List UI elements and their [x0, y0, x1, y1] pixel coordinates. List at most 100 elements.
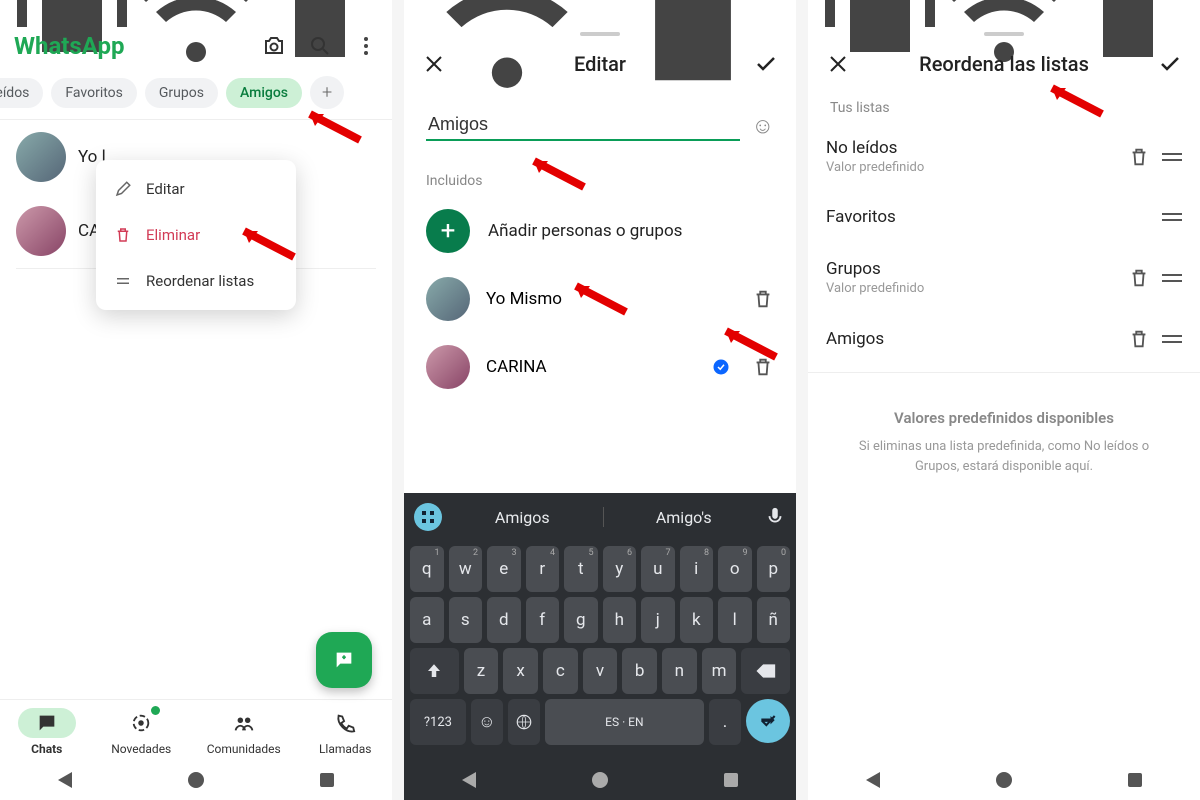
section-label: Incluidos — [404, 147, 796, 197]
delete-list-button[interactable] — [1128, 328, 1150, 350]
screen-reorder-lists: Reordena las listas Tus listas No leídos… — [808, 0, 1200, 800]
key-u[interactable]: u7 — [641, 546, 675, 592]
more-icon[interactable] — [354, 34, 378, 58]
nav-home[interactable] — [996, 772, 1012, 788]
key-c[interactable]: c — [543, 648, 578, 694]
drag-handle[interactable] — [1162, 274, 1182, 282]
keyboard[interactable]: Amigos Amigo's q1w2e3r4t5y6u7i8o9p0 asdf… — [404, 493, 796, 760]
menu-reorder[interactable]: Reordenar listas — [96, 258, 296, 304]
nav-recent[interactable] — [320, 773, 334, 787]
key-k[interactable]: k — [680, 597, 714, 643]
drag-handle[interactable] — [1162, 335, 1182, 343]
key-q[interactable]: q1 — [410, 546, 444, 592]
sheet-handle[interactable] — [984, 32, 1024, 36]
filter-chip-add[interactable]: + — [310, 76, 344, 109]
key-z[interactable]: z — [464, 648, 499, 694]
key-a[interactable]: a — [410, 597, 444, 643]
key-j[interactable]: j — [641, 597, 675, 643]
nav-home[interactable] — [592, 772, 608, 788]
tab-label: Llamadas — [319, 742, 371, 756]
tab-updates[interactable]: Novedades — [111, 708, 171, 756]
close-icon[interactable] — [826, 52, 850, 76]
key-i[interactable]: i8 — [680, 546, 714, 592]
key-f[interactable]: f — [526, 597, 560, 643]
nav-home[interactable] — [188, 772, 204, 788]
key-ñ[interactable]: ñ — [757, 597, 791, 643]
key-y[interactable]: y6 — [603, 546, 637, 592]
drag-handle[interactable] — [1162, 153, 1182, 161]
key-v[interactable]: v — [583, 648, 618, 694]
new-chat-fab[interactable] — [316, 632, 372, 688]
suggestion[interactable]: Amigo's — [614, 508, 755, 527]
suggestion[interactable]: Amigos — [452, 508, 593, 527]
filter-chip-amigos[interactable]: Amigos — [226, 78, 302, 108]
key-p[interactable]: p0 — [757, 546, 791, 592]
add-label: Añadir personas o grupos — [488, 221, 682, 241]
status-bar — [404, 0, 796, 24]
key-w[interactable]: w2 — [449, 546, 483, 592]
nav-back[interactable] — [866, 772, 880, 788]
key-h[interactable]: h — [603, 597, 637, 643]
nav-back[interactable] — [58, 772, 72, 788]
communities-icon — [233, 712, 255, 734]
tab-calls[interactable]: Llamadas — [316, 708, 374, 756]
remove-contact-button[interactable] — [752, 356, 774, 378]
tab-communities[interactable]: Comunidades — [207, 708, 281, 756]
app-header: WhatsApp — [0, 24, 392, 72]
add-people-button[interactable]: + Añadir personas o grupos — [404, 197, 796, 265]
remove-contact-button[interactable] — [752, 288, 774, 310]
shift-key[interactable] — [410, 648, 459, 694]
mic-icon[interactable] — [764, 506, 786, 528]
delete-list-button[interactable] — [1128, 267, 1150, 289]
nav-back[interactable] — [462, 772, 476, 788]
key-n[interactable]: n — [662, 648, 697, 694]
included-contact: Yo Mismo — [404, 265, 796, 333]
symbols-key[interactable]: ?123 — [410, 699, 466, 745]
space-key[interactable]: ES · EN — [545, 699, 704, 745]
pencil-icon — [114, 180, 132, 198]
key-b[interactable]: b — [622, 648, 657, 694]
key-s[interactable]: s — [449, 597, 483, 643]
emoji-key[interactable]: ☺ — [471, 699, 503, 745]
camera-icon[interactable] — [262, 34, 286, 58]
menu-delete[interactable]: Eliminar — [96, 212, 296, 258]
enter-key[interactable] — [746, 699, 790, 743]
available-presets-title: Valores predefinidos disponibles — [808, 379, 1200, 437]
key-m[interactable]: m — [702, 648, 737, 694]
period-key[interactable]: . — [709, 699, 741, 745]
key-g[interactable]: g — [564, 597, 598, 643]
list-item: Amigos — [808, 312, 1200, 366]
keyboard-apps-icon[interactable] — [414, 503, 442, 531]
list-item: Favoritos — [808, 191, 1200, 243]
screen-edit-list: Editar ☺ Incluidos + Añadir personas o g… — [404, 0, 796, 800]
list-name-row: ☺ — [404, 86, 796, 147]
list-item: No leídos Valor predefinido — [808, 122, 1200, 191]
filter-chip-groups[interactable]: Grupos — [145, 78, 218, 108]
key-d[interactable]: d — [487, 597, 521, 643]
screen-chat-list: WhatsApp leídos Favoritos Grupos Amigos … — [0, 0, 392, 800]
drag-handle[interactable] — [1162, 213, 1182, 221]
nav-recent[interactable] — [724, 773, 738, 787]
filter-chip-unread[interactable]: leídos — [0, 78, 43, 108]
key-t[interactable]: t5 — [564, 546, 598, 592]
confirm-icon[interactable] — [1158, 52, 1182, 76]
list-name-input[interactable] — [426, 110, 740, 141]
delete-list-button[interactable] — [1128, 146, 1150, 168]
key-e[interactable]: e3 — [487, 546, 521, 592]
menu-edit[interactable]: Editar — [96, 166, 296, 212]
key-o[interactable]: o9 — [718, 546, 752, 592]
backspace-key[interactable] — [741, 648, 790, 694]
search-icon[interactable] — [308, 34, 332, 58]
emoji-icon[interactable]: ☺ — [752, 113, 774, 139]
close-icon[interactable] — [422, 52, 446, 76]
globe-key[interactable] — [508, 699, 540, 745]
nav-recent[interactable] — [1128, 773, 1142, 787]
filter-chip-favorites[interactable]: Favoritos — [51, 78, 136, 108]
sheet-handle[interactable] — [580, 32, 620, 36]
plus-icon: + — [426, 209, 470, 253]
key-x[interactable]: x — [503, 648, 538, 694]
key-r[interactable]: r4 — [526, 546, 560, 592]
confirm-icon[interactable] — [754, 52, 778, 76]
tab-chats[interactable]: Chats — [18, 708, 76, 756]
key-l[interactable]: l — [718, 597, 752, 643]
